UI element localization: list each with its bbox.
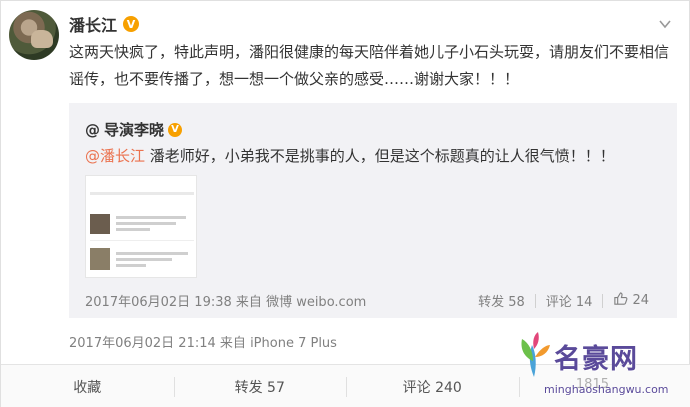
post-source-prefix: 来自 [219,336,246,351]
thumbnail-image [90,248,110,270]
post-author: 潘长江 V [69,12,140,36]
divider [534,293,536,308]
repost-timestamp[interactable]: 2017年06月02日 19:38 [85,295,232,310]
post-text: 这两天快疯了，特此声明，潘阳很健康的每天陪伴着她儿子小石头玩耍，请朋友们不要相信… [69,43,670,88]
favorite-button[interactable]: 收藏 [1,365,174,407]
repost-source[interactable]: 微博 weibo.com [266,295,366,310]
thumbnail-header [90,192,194,195]
repost-repost-button[interactable]: 转发 58 [478,291,525,310]
repost-actions: 转发 58 评论 14 24 [478,291,649,310]
watermark-title: 名豪网 [554,344,638,375]
post-meta: 2017年06月02日 21:14 来自 iPhone 7 Plus [69,332,337,351]
mention-link[interactable]: @潘长江 [85,147,145,165]
screenshot-thumbnail[interactable] [85,175,197,278]
avatar-hand [31,30,53,48]
chevron-down-icon[interactable] [659,15,671,29]
repost-source-prefix: 来自 [235,295,262,310]
post-source[interactable]: iPhone 7 Plus [250,336,337,351]
verified-icon: V [168,122,183,137]
thumbnail-line [116,228,150,231]
leaf-logo-icon [516,331,552,379]
verified-icon: V [123,16,140,32]
watermark-url: minghaoshangwu.com [544,383,669,396]
repost-like-count: 24 [632,293,649,308]
repost-meta: 2017年06月02日 19:38 来自 微博 weibo.com [85,291,366,310]
thumbnail-line [116,252,188,255]
repost-author[interactable]: @ 导演李晓 V [85,119,183,140]
repost-label: 转发 57 [234,379,285,396]
divider [602,293,604,308]
author-name[interactable]: 潘长江 [69,12,117,36]
repost-body: 潘老师好，小弟我不是挑事的人，但是这个标题真的让人很气愤！！！ [145,147,615,165]
thumbnail-image [90,214,110,234]
repost-like-button[interactable]: 24 [613,291,649,310]
comment-label: 评论 240 [402,379,462,396]
thumbnail-line [116,264,146,267]
watermark: 名豪网 minghaoshangwu.com [516,331,686,405]
thumbnail-line [116,258,172,261]
repost-comment-button[interactable]: 评论 14 [546,291,593,310]
thumbnail-line [116,222,176,225]
repost-author-name[interactable]: 导演李晓 [104,119,164,140]
thumbs-up-icon [613,291,628,310]
comment-button[interactable]: 评论 240 [346,365,519,407]
repost-card[interactable]: @ 导演李晓 V @潘长江 潘老师好，小弟我不是挑事的人，但是这个标题真的让人很… [69,103,677,318]
thumbnail-line [116,216,186,219]
weibo-card: 潘长江 V 这两天快疯了，特此声明，潘阳很健康的每天陪伴着她儿子小石头玩耍，请朋… [0,0,690,407]
repost-button[interactable]: 转发 57 [173,365,347,407]
repost-text: @潘长江 潘老师好，小弟我不是挑事的人，但是这个标题真的让人很气愤！！！ [85,145,615,166]
avatar[interactable] [9,10,59,60]
thumbnail-divider [90,240,194,241]
repost-at-symbol: @ [85,120,100,139]
favorite-label: 收藏 [73,379,102,396]
post-timestamp[interactable]: 2017年06月02日 21:14 [69,336,216,351]
